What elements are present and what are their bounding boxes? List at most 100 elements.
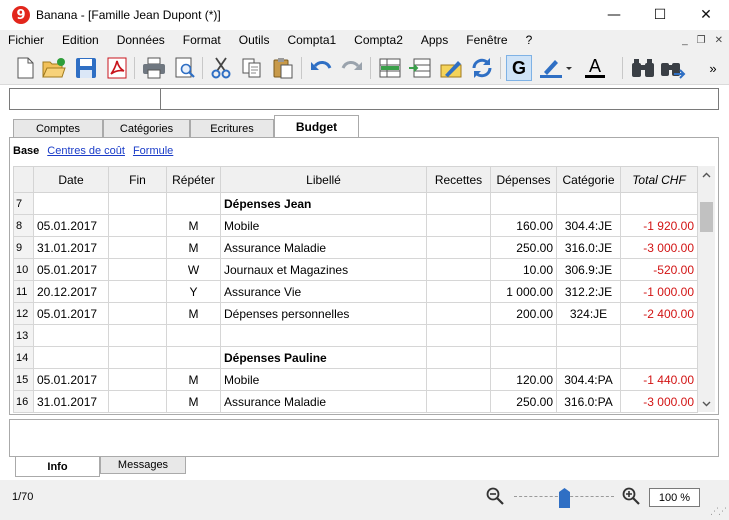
document-minimize-button[interactable]: _: [682, 35, 688, 46]
tab-messages[interactable]: Messages: [100, 457, 186, 474]
cell-total-chf[interactable]: [620, 192, 698, 215]
zoom-out-icon[interactable]: [486, 487, 504, 505]
cell-categorie[interactable]: 304.4:PA: [556, 368, 621, 391]
cell-libelle[interactable]: Assurance Maladie: [220, 390, 427, 413]
table-row[interactable]: 7 Dépenses Jean: [13, 192, 698, 215]
overflow-icon[interactable]: »: [703, 55, 723, 81]
tab-comptes[interactable]: Comptes: [13, 119, 103, 137]
cell-depenses[interactable]: [490, 192, 557, 215]
cell-recettes[interactable]: [426, 368, 491, 391]
cell-recettes[interactable]: [426, 346, 491, 369]
scroll-up-icon[interactable]: [698, 166, 715, 183]
menu-help[interactable]: ?: [517, 30, 542, 51]
cell-depenses[interactable]: 250.00: [490, 390, 557, 413]
close-button[interactable]: ✕: [683, 0, 729, 30]
cell-fin[interactable]: [108, 302, 167, 325]
copy-icon[interactable]: [239, 55, 265, 81]
menu-fichier[interactable]: Fichier: [0, 30, 53, 51]
cell-recettes[interactable]: [426, 390, 491, 413]
row-number[interactable]: 9: [13, 236, 34, 259]
table-row[interactable]: 13: [13, 324, 698, 347]
cell-libelle[interactable]: Assurance Maladie: [220, 236, 427, 259]
cell-categorie[interactable]: 306.9:JE: [556, 258, 621, 281]
row-number[interactable]: 8: [13, 214, 34, 237]
tab-ecritures[interactable]: Ecritures: [190, 119, 274, 137]
table-row[interactable]: 11 20.12.2017 Y Assurance Vie 1 000.00 3…: [13, 280, 698, 303]
menu-compta2[interactable]: Compta2: [345, 30, 412, 51]
view-centres-de-cout[interactable]: Centres de coût: [47, 145, 125, 157]
column-header-recettes[interactable]: Recettes: [426, 166, 491, 193]
cell-fin[interactable]: [108, 346, 167, 369]
cell-total-chf[interactable]: -3 000.00: [620, 236, 698, 259]
row-number[interactable]: 11: [13, 280, 34, 303]
cell-total-chf[interactable]: [620, 346, 698, 369]
cell-content-field[interactable]: [162, 89, 718, 109]
cell-recettes[interactable]: [426, 192, 491, 215]
cell-date[interactable]: [33, 324, 109, 347]
cell-date[interactable]: 05.01.2017: [33, 302, 109, 325]
print-icon[interactable]: [141, 55, 167, 81]
document-close-button[interactable]: ✕: [715, 35, 723, 46]
cell-repeter[interactable]: M: [166, 214, 221, 237]
cell-depenses[interactable]: 200.00: [490, 302, 557, 325]
cell-categorie[interactable]: 316.0:JE: [556, 236, 621, 259]
menu-format[interactable]: Format: [174, 30, 230, 51]
resize-grip-icon[interactable]: ⋰⋰: [710, 506, 727, 517]
table-row[interactable]: 8 05.01.2017 M Mobile 160.00 304.4:JE -1…: [13, 214, 698, 237]
highlight-icon[interactable]: [538, 55, 572, 81]
cell-libelle[interactable]: Mobile: [220, 368, 427, 391]
zoom-slider-thumb[interactable]: [559, 488, 570, 508]
menu-fenetre[interactable]: Fenêtre: [457, 30, 516, 51]
column-header-total-chf[interactable]: Total CHF: [620, 166, 698, 193]
table-row[interactable]: 14 Dépenses Pauline: [13, 346, 698, 369]
cell-categorie[interactable]: 304.4:JE: [556, 214, 621, 237]
cell-categorie[interactable]: [556, 192, 621, 215]
menu-apps[interactable]: Apps: [412, 30, 457, 51]
cell-repeter[interactable]: Y: [166, 280, 221, 303]
cell-recettes[interactable]: [426, 236, 491, 259]
column-header-repeter[interactable]: Répéter: [166, 166, 221, 193]
cell-recettes[interactable]: [426, 258, 491, 281]
table-row[interactable]: 9 31.01.2017 M Assurance Maladie 250.00 …: [13, 236, 698, 259]
print-preview-icon[interactable]: [172, 55, 198, 81]
cell-date[interactable]: 31.01.2017: [33, 236, 109, 259]
cell-date[interactable]: [33, 192, 109, 215]
cell-depenses[interactable]: 10.00: [490, 258, 557, 281]
table-row[interactable]: 12 05.01.2017 M Dépenses personnelles 20…: [13, 302, 698, 325]
column-header-fin[interactable]: Fin: [108, 166, 167, 193]
recalculate-icon[interactable]: [469, 55, 495, 81]
cell-total-chf[interactable]: -3 000.00: [620, 390, 698, 413]
edit-pencil-icon[interactable]: [438, 55, 464, 81]
column-header-libelle[interactable]: Libellé: [220, 166, 427, 193]
view-formule[interactable]: Formule: [133, 145, 173, 157]
cell-total-chf[interactable]: -520.00: [620, 258, 698, 281]
cell-recettes[interactable]: [426, 214, 491, 237]
scrollbar-thumb[interactable]: [700, 202, 713, 232]
minimize-button[interactable]: —: [591, 0, 637, 30]
cell-repeter[interactable]: M: [166, 368, 221, 391]
cell-total-chf[interactable]: -1 920.00: [620, 214, 698, 237]
cell-categorie[interactable]: 316.0:PA: [556, 390, 621, 413]
cell-categorie[interactable]: 324:JE: [556, 302, 621, 325]
menu-edition[interactable]: Edition: [53, 30, 108, 51]
tab-budget[interactable]: Budget: [274, 115, 359, 137]
cell-total-chf[interactable]: -2 400.00: [620, 302, 698, 325]
cell-depenses[interactable]: 160.00: [490, 214, 557, 237]
column-header-date[interactable]: Date: [33, 166, 109, 193]
redo-icon[interactable]: [339, 55, 365, 81]
cell-libelle[interactable]: Dépenses Pauline: [220, 346, 427, 369]
cell-total-chf[interactable]: -1 440.00: [620, 368, 698, 391]
cell-repeter[interactable]: [166, 324, 221, 347]
menu-outils[interactable]: Outils: [230, 30, 279, 51]
cell-date[interactable]: 20.12.2017: [33, 280, 109, 303]
document-restore-button[interactable]: ❐: [697, 35, 706, 46]
cell-repeter[interactable]: [166, 192, 221, 215]
column-header-row-number[interactable]: [13, 166, 34, 193]
table-row[interactable]: 16 31.01.2017 M Assurance Maladie 250.00…: [13, 390, 698, 413]
column-header-depenses[interactable]: Dépenses: [490, 166, 557, 193]
cell-recettes[interactable]: [426, 302, 491, 325]
find-next-icon[interactable]: [660, 55, 686, 81]
cell-libelle[interactable]: Dépenses Jean: [220, 192, 427, 215]
cell-total-chf[interactable]: -1 000.00: [620, 280, 698, 303]
cell-reference-field[interactable]: [10, 89, 161, 109]
